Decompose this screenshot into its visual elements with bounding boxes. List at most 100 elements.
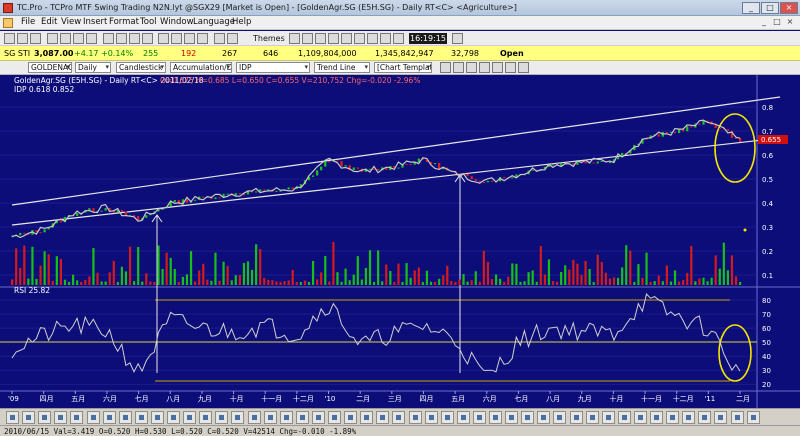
menu-language[interactable]: Language — [193, 17, 235, 27]
chart-tab[interactable] — [183, 411, 197, 424]
chart-tab[interactable] — [118, 411, 132, 424]
chart-tab[interactable] — [601, 411, 615, 424]
menu-file[interactable]: File — [21, 17, 35, 27]
ruler-icon[interactable] — [479, 62, 490, 73]
scan-icon[interactable] — [158, 33, 169, 44]
chart-tab[interactable] — [215, 411, 229, 424]
theme-9-icon[interactable] — [393, 33, 404, 44]
layout-icon[interactable] — [184, 33, 195, 44]
minimize-button[interactable]: _ — [742, 2, 760, 14]
refresh-icon[interactable] — [505, 62, 516, 73]
alert-icon[interactable] — [142, 33, 153, 44]
chart-tab[interactable] — [456, 411, 470, 424]
chart-tab[interactable] — [311, 411, 325, 424]
study-select[interactable]: IDP — [236, 62, 310, 73]
chart-tab[interactable] — [714, 411, 728, 424]
drawing-tool-select[interactable]: Trend Line — [314, 62, 370, 73]
table-icon[interactable] — [116, 33, 127, 44]
menu-help[interactable]: Help — [232, 17, 251, 27]
chart-tab[interactable] — [38, 411, 52, 424]
news-icon[interactable] — [129, 33, 140, 44]
zoom-icon[interactable] — [453, 62, 464, 73]
chart-icon[interactable] — [103, 33, 114, 44]
chart-tab[interactable] — [489, 411, 502, 424]
chart-tab[interactable] — [167, 411, 180, 424]
chart-tab[interactable] — [263, 411, 277, 424]
chart-tab[interactable] — [569, 411, 583, 424]
chart-tab[interactable] — [650, 411, 663, 424]
chart-type-select[interactable]: Candlestick — [116, 62, 166, 73]
new-icon[interactable] — [4, 33, 15, 44]
chart-tab[interactable] — [392, 411, 406, 424]
theme-3-icon[interactable] — [315, 33, 326, 44]
theme-1-icon[interactable] — [289, 33, 300, 44]
cut-icon[interactable] — [60, 33, 71, 44]
portfolio-icon[interactable] — [171, 33, 182, 44]
theme-5-icon[interactable] — [341, 33, 352, 44]
chart-tab[interactable] — [22, 411, 36, 424]
menu-insert[interactable]: Insert — [83, 17, 107, 27]
sync-icon[interactable] — [452, 33, 463, 44]
document-icon[interactable] — [3, 18, 13, 28]
indicator-select[interactable]: Accumulation/Distribution — [170, 62, 232, 73]
chart-tab[interactable] — [617, 411, 631, 424]
chart-area[interactable]: 0.655 0.8 0.7 0.6 0.5 0.4 0.3 0.2 0.1 80 70 60 50 4… — [0, 75, 800, 408]
palette-icon[interactable] — [227, 33, 238, 44]
chart-tab[interactable] — [537, 411, 551, 424]
theme-2-icon[interactable] — [302, 33, 313, 44]
chart-tab[interactable] — [505, 411, 519, 424]
chart-tab[interactable] — [746, 411, 760, 424]
chart-tab[interactable] — [360, 411, 374, 424]
paste-icon[interactable] — [86, 33, 97, 44]
close-button[interactable]: × — [780, 2, 798, 14]
menu-window[interactable]: Window — [160, 17, 194, 27]
chart-tab[interactable] — [424, 411, 438, 424]
chart-tab[interactable] — [585, 411, 599, 424]
chart-tab[interactable] — [376, 411, 390, 424]
chart-tab[interactable] — [54, 411, 68, 424]
crosshair-icon[interactable] — [440, 62, 451, 73]
chart-tab[interactable] — [70, 411, 84, 424]
chart-tab[interactable] — [472, 411, 486, 424]
chart-tab[interactable] — [6, 411, 19, 424]
chart-tab[interactable] — [521, 411, 535, 424]
chart-tab[interactable] — [134, 411, 148, 424]
maximize-button[interactable]: □ — [761, 2, 779, 14]
chart-tab[interactable] — [247, 411, 261, 424]
chart-tab[interactable] — [730, 411, 744, 424]
open-icon[interactable] — [17, 33, 28, 44]
chart-tab[interactable] — [682, 411, 696, 424]
doc-restore-button[interactable]: □ — [771, 17, 783, 28]
chart-template-select[interactable]: [Chart Template] — [374, 62, 432, 73]
grid-icon[interactable] — [214, 33, 225, 44]
menu-view[interactable]: View — [61, 17, 81, 27]
chart-tab[interactable] — [344, 411, 358, 424]
doc-close-button[interactable]: × — [784, 17, 796, 28]
menu-tool[interactable]: Tool — [140, 17, 157, 27]
menu-edit[interactable]: Edit — [41, 17, 57, 27]
chart-tab[interactable] — [279, 411, 293, 424]
copy-icon[interactable] — [73, 33, 84, 44]
save-icon[interactable] — [30, 33, 41, 44]
chart-tab[interactable] — [408, 411, 422, 424]
theme-6-icon[interactable] — [354, 33, 365, 44]
window-icon[interactable] — [197, 33, 208, 44]
doc-minimize-button[interactable]: _ — [758, 17, 770, 28]
text-icon[interactable] — [492, 62, 503, 73]
chart-tab[interactable] — [295, 411, 309, 424]
period-select[interactable]: Daily — [75, 62, 111, 73]
chart-tab[interactable] — [86, 411, 100, 424]
chart-tab[interactable] — [102, 411, 116, 424]
chart-tab[interactable] — [231, 411, 245, 424]
theme-8-icon[interactable] — [380, 33, 391, 44]
chart-tab[interactable] — [633, 411, 647, 424]
print-icon[interactable] — [47, 33, 58, 44]
link-icon[interactable] — [518, 62, 529, 73]
chart-canvas[interactable]: 0.655 0.8 0.7 0.6 0.5 0.4 0.3 0.2 0.1 80 70 60 50 4… — [0, 75, 800, 408]
theme-7-icon[interactable] — [367, 33, 378, 44]
chart-tab[interactable] — [698, 411, 712, 424]
chart-tab[interactable] — [150, 411, 164, 424]
themes-menu[interactable]: Themes — [253, 34, 285, 43]
pan-icon[interactable] — [466, 62, 477, 73]
theme-4-icon[interactable] — [328, 33, 339, 44]
